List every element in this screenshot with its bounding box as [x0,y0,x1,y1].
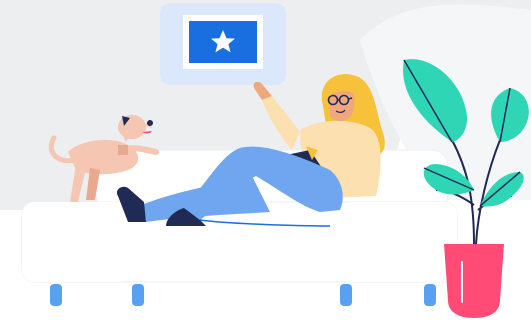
sofa-leg [50,284,62,306]
relaxing-woman-illustration [0,0,531,322]
illustration-scene [0,0,531,322]
sofa-leg [132,284,144,306]
sofa-leg [340,284,352,306]
plant-pot [444,244,504,318]
framed-picture [160,3,286,85]
sofa-leg [424,284,436,306]
